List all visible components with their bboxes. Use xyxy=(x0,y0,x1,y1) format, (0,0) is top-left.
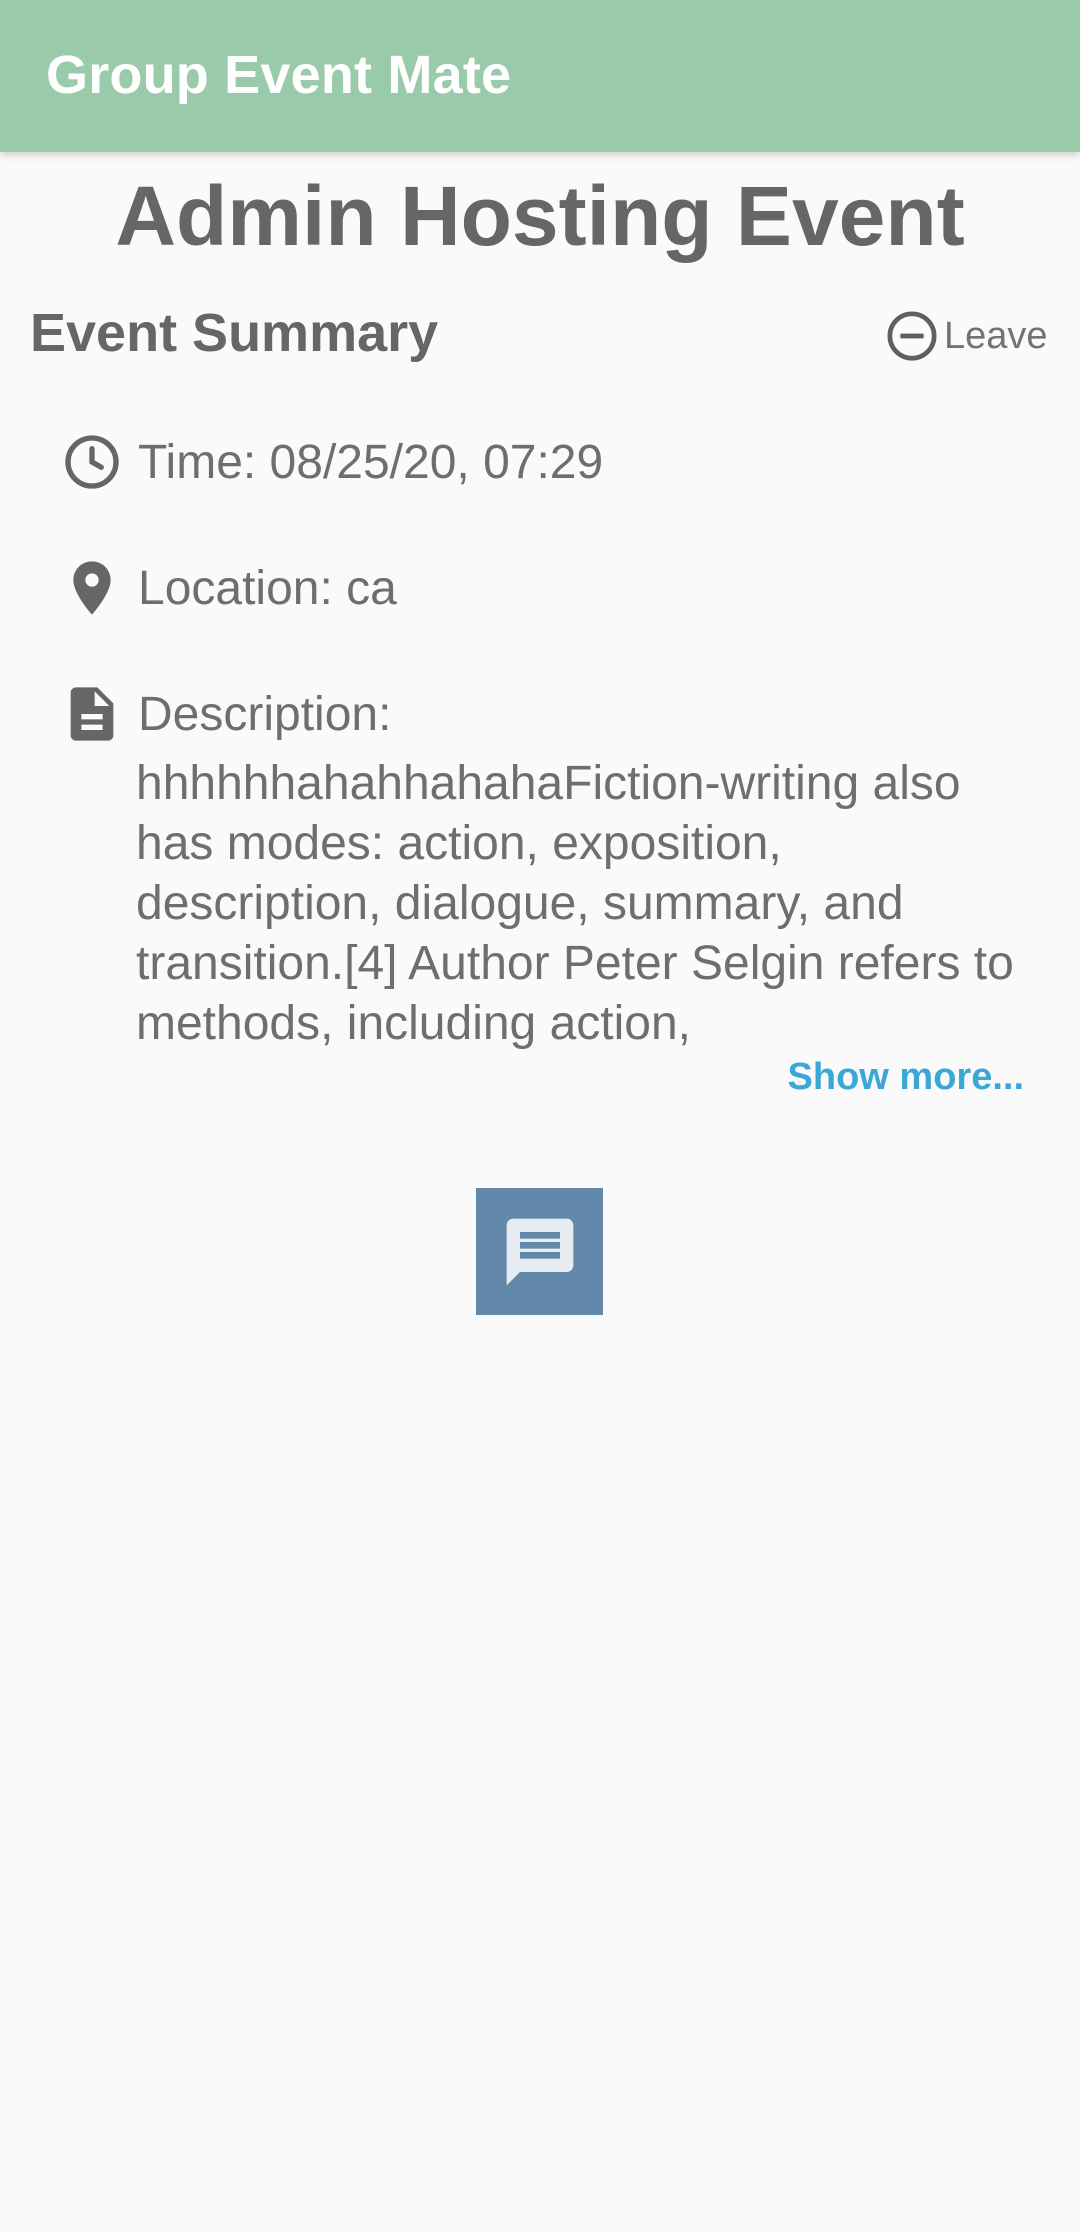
location-text: Location: ca xyxy=(138,561,397,615)
document-icon xyxy=(60,682,124,746)
event-summary-heading: Event Summary xyxy=(30,303,439,363)
minus-circle-icon xyxy=(884,308,940,364)
page-title: Admin Hosting Event xyxy=(115,169,965,263)
time-row: Time: 08/25/20, 07:29 xyxy=(60,430,603,494)
chat-button[interactable] xyxy=(476,1188,603,1315)
description-row: Description: xyxy=(60,682,391,746)
show-more-link[interactable]: Show more... xyxy=(788,1056,1024,1099)
description-text: hhhhhhahahhahahaFiction-writing also has… xyxy=(136,757,1014,1050)
description-label: Description: xyxy=(138,687,392,741)
leave-label: Leave xyxy=(944,314,1048,357)
location-row: Location: ca xyxy=(60,556,397,620)
chat-icon xyxy=(500,1212,580,1292)
app-title: Group Event Mate xyxy=(46,45,512,105)
clock-icon xyxy=(60,430,124,494)
leave-button[interactable]: Leave xyxy=(884,306,1048,366)
time-text: Time: 08/25/20, 07:29 xyxy=(138,435,604,489)
app-bar: Group Event Mate xyxy=(0,0,1080,152)
location-pin-icon xyxy=(60,556,124,620)
